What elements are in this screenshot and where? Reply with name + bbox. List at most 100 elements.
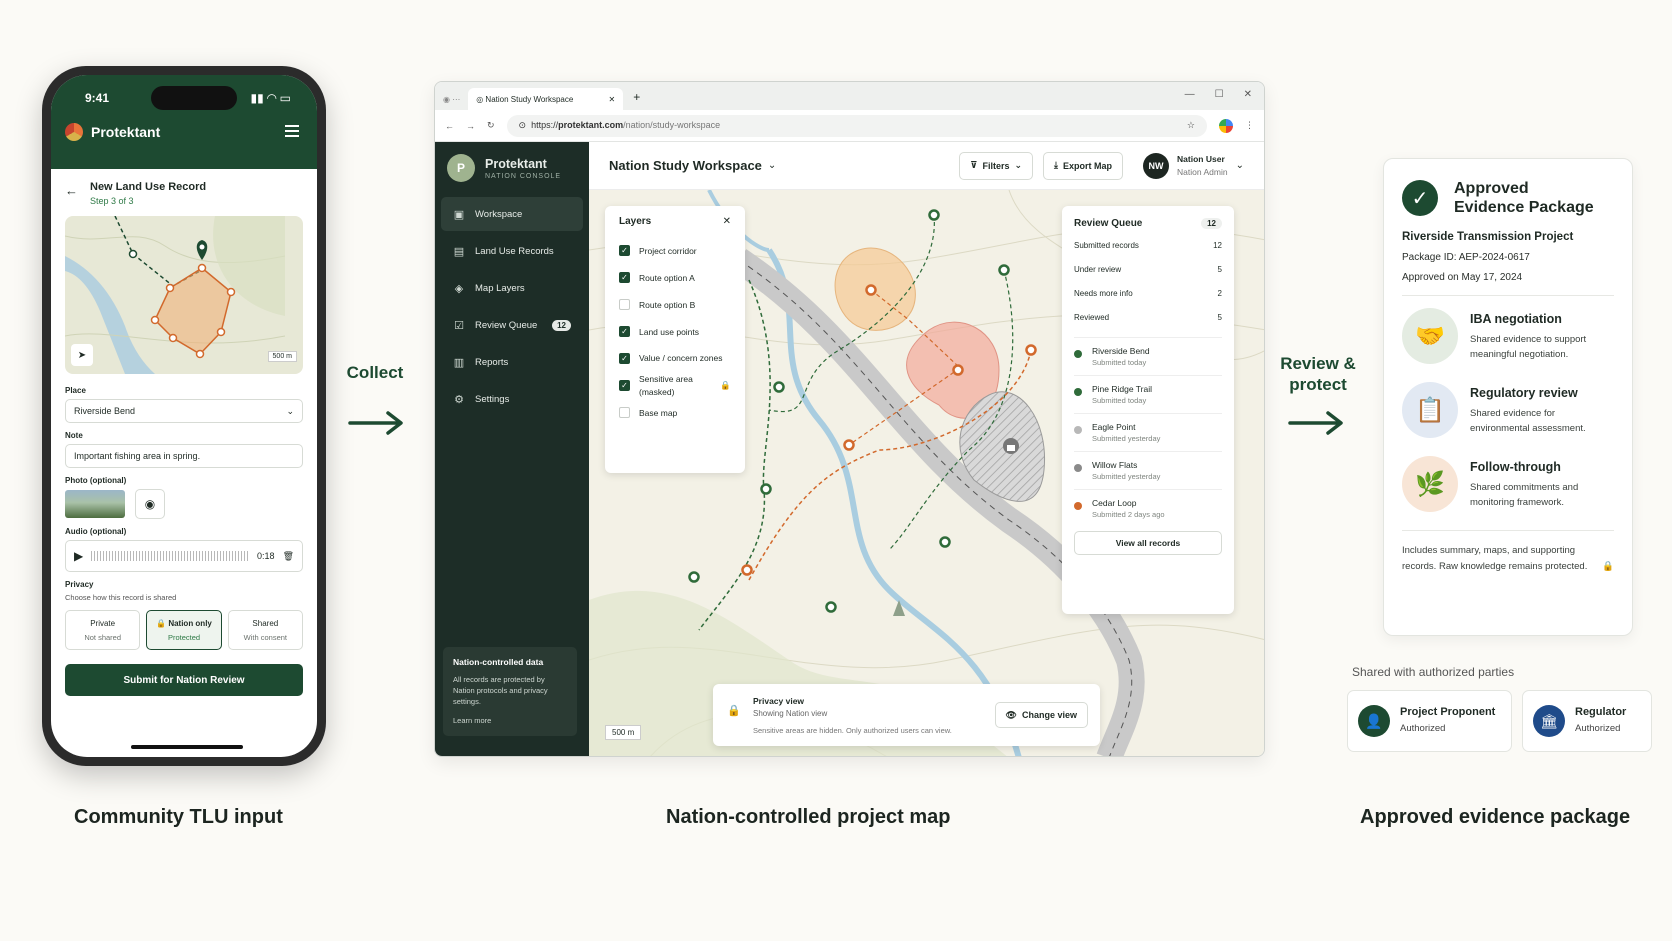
checkbox-checked-icon[interactable]: ✓	[619, 380, 630, 391]
item-title: Regulatory review	[1470, 386, 1578, 400]
browser-tab[interactable]: ◎ Nation Study Workspace ✕	[468, 88, 624, 110]
submit-button[interactable]: Submit for Nation Review	[65, 664, 303, 696]
layer-toggle-value-zones[interactable]: ✓ Value / concern zones	[619, 345, 731, 372]
privacy-option-nation-only[interactable]: 🔒 Nation only Protected	[146, 610, 222, 650]
view-all-records-button[interactable]: View all records	[1074, 531, 1222, 555]
handshake-icon: 🤝	[1402, 308, 1458, 364]
new-tab-icon[interactable]: +	[633, 90, 640, 104]
status-dot-icon	[1074, 350, 1082, 358]
sidebar: P Protektant NATION CONSOLE ▣ Workspace …	[435, 142, 589, 756]
party-card-regulator[interactable]: 🏛 Regulator Authorized	[1522, 690, 1652, 752]
profile-icon[interactable]	[1219, 118, 1233, 133]
privacy-option-shared[interactable]: Shared With consent	[227, 610, 303, 650]
globe-icon: ◎	[476, 94, 484, 104]
user-name: Nation User	[1177, 154, 1225, 164]
item-name: Eagle Point	[1092, 422, 1136, 432]
hamburger-menu-icon[interactable]	[285, 125, 299, 140]
sidebar-item-settings[interactable]: ⚙ Settings	[441, 382, 583, 416]
layer-label: Value / concern zones	[639, 353, 723, 363]
layer-toggle-land-use-points[interactable]: ✓ Land use points	[619, 318, 731, 345]
place-select[interactable]: Riverside Bend ⌄	[65, 399, 303, 423]
person-icon: 👤	[1358, 705, 1390, 737]
queue-count-badge: 12	[552, 319, 571, 331]
stat-label: Needs more info	[1074, 289, 1133, 298]
checkbox-unchecked-icon[interactable]	[619, 299, 630, 310]
caption-left: Community TLU input	[74, 806, 283, 828]
sidebar-item-reports[interactable]: ▥ Reports	[441, 345, 583, 379]
url-path: /nation/study-workspace	[623, 120, 721, 130]
workspace-title[interactable]: Nation Study Workspace	[609, 158, 762, 173]
forward-icon[interactable]: →	[466, 121, 475, 131]
queue-item[interactable]: Riverside Bend Submitted today	[1074, 337, 1222, 375]
audio-waveform[interactable]	[91, 551, 250, 561]
checkbox-unchecked-icon[interactable]	[619, 407, 630, 418]
layer-toggle-route-b[interactable]: Route option B	[619, 291, 731, 318]
layer-toggle-route-a[interactable]: ✓ Route option A	[619, 264, 731, 291]
privacy-option-private[interactable]: Private Not shared	[65, 610, 141, 650]
layers-title: Layers	[619, 216, 652, 227]
user-menu[interactable]: NW Nation User Nation Admin ⌄	[1143, 152, 1244, 179]
queue-item[interactable]: Cedar Loop Submitted 2 days ago	[1074, 489, 1222, 527]
privacy-view-panel: 🔒 Privacy view Showing Nation view Sensi…	[713, 684, 1100, 746]
arrow-right-icon	[1288, 411, 1343, 435]
layer-toggle-project-corridor[interactable]: ✓ Project corridor	[619, 237, 731, 264]
queue-item[interactable]: Eagle Point Submitted yesterday	[1074, 413, 1222, 451]
change-view-button[interactable]: 👁 Change view	[994, 702, 1088, 728]
review-line-1: Review &	[1280, 354, 1356, 373]
layer-toggle-base-map[interactable]: Base map	[619, 399, 731, 426]
photo-thumbnail[interactable]	[65, 490, 125, 518]
back-arrow-icon[interactable]: ←	[65, 183, 78, 198]
checkbox-checked-icon[interactable]: ✓	[619, 272, 630, 283]
maximize-icon[interactable]: ☐	[1215, 89, 1224, 100]
address-input[interactable]: ⊙ https://protektant.com/nation/study-wo…	[506, 114, 1207, 137]
item-desc: Shared evidence to support meaningful ne…	[1470, 334, 1587, 360]
tab-group-icon[interactable]: ◉ ⋯	[443, 95, 460, 104]
play-icon[interactable]: ▶	[74, 549, 83, 563]
sidebar-item-map-layers[interactable]: ◈ Map Layers	[441, 271, 583, 305]
sidebar-item-review-queue[interactable]: ☑ Review Queue 12	[441, 308, 583, 342]
map-scale: 500 m	[267, 351, 297, 362]
sidebar-item-label: Reports	[475, 356, 509, 368]
browser-url-bar: ← → ↻ ⊙ https://protektant.com/nation/st…	[435, 110, 1264, 142]
trash-icon[interactable]: 🗑	[283, 551, 294, 562]
queue-item[interactable]: Pine Ridge Trail Submitted today	[1074, 375, 1222, 413]
option-title: Shared	[252, 619, 279, 628]
learn-more-link[interactable]: Learn more	[453, 715, 567, 726]
filters-button[interactable]: ⊽ Filters ⌄	[959, 151, 1034, 180]
workspace-icon: ▣	[453, 208, 465, 221]
export-map-button[interactable]: ⤓ Export Map	[1043, 151, 1124, 180]
close-icon[interactable]: ✕	[723, 216, 731, 227]
stat-value: 2	[1217, 289, 1222, 298]
queue-title: Review Queue	[1074, 218, 1143, 229]
checkbox-checked-icon[interactable]: ✓	[619, 245, 630, 256]
evidence-title: Approved Evidence Package	[1454, 179, 1594, 217]
app-main: P Protektant NATION CONSOLE ▣ Workspace …	[435, 142, 1264, 756]
phone-map[interactable]: ➤ 500 m	[65, 216, 303, 374]
minimize-icon[interactable]: —	[1185, 89, 1195, 100]
chevron-down-icon[interactable]: ⌄	[768, 160, 776, 171]
note-field[interactable]: Important fishing area in spring.	[65, 444, 303, 468]
footer-text: Includes summary, maps, and supporting r…	[1402, 545, 1588, 572]
project-map[interactable]: Layers ✕ ✓ Project corridor ✓ Route option …	[589, 190, 1264, 756]
sidebar-item-label: Review Queue	[475, 319, 538, 331]
bookmark-star-icon[interactable]: ☆	[1187, 120, 1195, 131]
locate-me-icon[interactable]: ➤	[71, 344, 93, 366]
reload-icon[interactable]: ↻	[487, 120, 495, 131]
queue-stat: Reviewed 5	[1074, 313, 1222, 337]
queue-item[interactable]: Willow Flats Submitted yesterday	[1074, 451, 1222, 489]
checkbox-checked-icon[interactable]: ✓	[619, 326, 630, 337]
item-title: Follow-through	[1470, 460, 1561, 474]
caption-right: Approved evidence package	[1360, 806, 1631, 828]
layer-toggle-sensitive-area[interactable]: ✓ Sensitive area (masked) 🔒	[619, 372, 731, 399]
checkbox-checked-icon[interactable]: ✓	[619, 353, 630, 364]
status-bar: 9:41 ▮▮ ◠ ▭	[85, 91, 291, 105]
close-tab-icon[interactable]: ✕	[609, 95, 616, 104]
sidebar-item-workspace[interactable]: ▣ Workspace	[441, 197, 583, 231]
back-icon[interactable]: ←	[445, 121, 454, 131]
sidebar-item-land-use-records[interactable]: ▤ Land Use Records	[441, 234, 583, 268]
party-card-proponent[interactable]: 👤 Project Proponent Authorized	[1347, 690, 1512, 752]
kebab-menu-icon[interactable]: ⋮	[1245, 120, 1254, 131]
camera-icon[interactable]: ◉	[135, 489, 165, 519]
close-window-icon[interactable]: ✕	[1244, 89, 1252, 100]
queue-stat: Submitted records 12	[1074, 241, 1222, 265]
